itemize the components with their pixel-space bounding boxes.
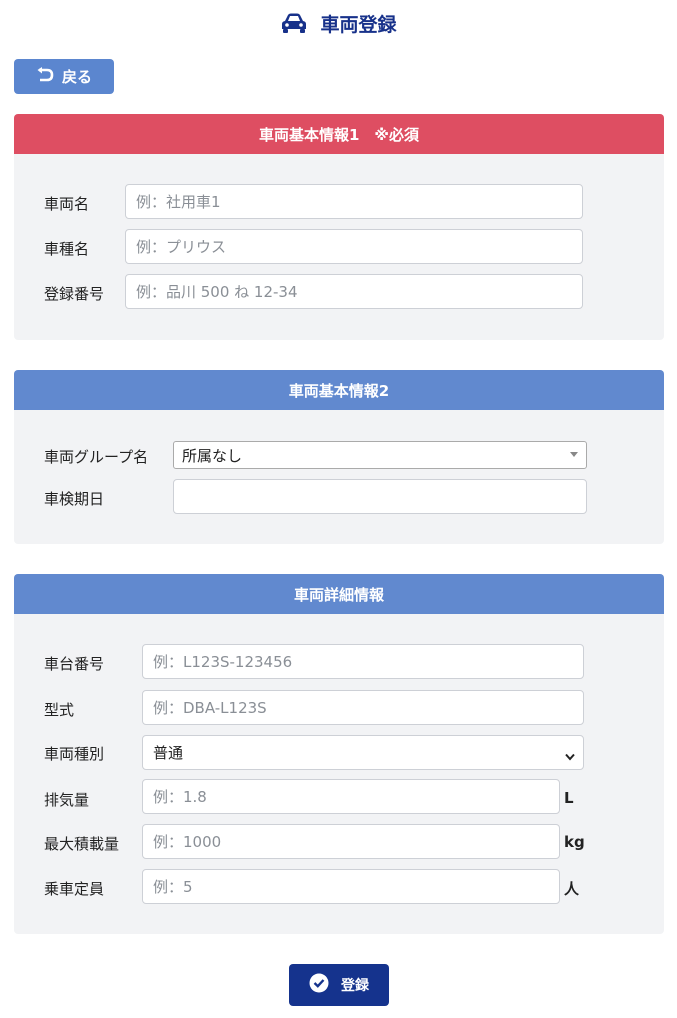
chassis-number-label: 車台番号 — [44, 655, 105, 673]
car-model-label: 車種名 — [44, 240, 90, 258]
chassis-number-input[interactable]: 例：L123S-123456 — [142, 644, 584, 679]
displacement-label: 排気量 — [44, 791, 90, 809]
section-title: 車両基本情報2 — [14, 370, 664, 410]
displacement-unit: L — [564, 789, 574, 807]
car-icon — [280, 12, 308, 34]
max-load-unit: kg — [564, 833, 585, 851]
chevron-down-icon — [565, 747, 575, 765]
vehicle-group-select[interactable]: 所属なし — [173, 441, 587, 469]
vehicle-type-select[interactable]: 普通 — [142, 735, 584, 770]
page-title: 車両登録 — [320, 13, 397, 36]
vehicle-type-value: 普通 — [153, 744, 184, 762]
inspection-date-input[interactable] — [173, 479, 587, 514]
back-button[interactable]: 戻る — [14, 59, 114, 94]
page-header: 車両登録 — [0, 8, 677, 38]
check-circle-icon — [309, 973, 329, 997]
section-title: 車両基本情報1 ※必須 — [14, 114, 664, 154]
vehicle-type-label: 車両種別 — [44, 745, 105, 763]
dropdown-arrow-icon — [570, 452, 578, 457]
model-code-label: 型式 — [44, 701, 75, 719]
capacity-unit: 人 — [564, 880, 580, 898]
section-title: 車両詳細情報 — [14, 574, 664, 614]
section-basic-info-1: 車両基本情報1 ※必須 車両名 例：社用車1 車種名 例：プリウス 登録番号 例… — [14, 114, 664, 340]
displacement-input[interactable]: 例：1.8 — [142, 779, 560, 814]
back-button-label: 戻る — [61, 68, 92, 86]
registration-number-input[interactable]: 例：品川 500 ね 12-34 — [125, 274, 583, 309]
max-load-input[interactable]: 例：1000 — [142, 824, 560, 859]
capacity-label: 乗車定員 — [44, 880, 105, 898]
model-code-input[interactable]: 例：DBA-L123S — [142, 690, 584, 725]
vehicle-name-input[interactable]: 例：社用車1 — [125, 184, 583, 219]
section-basic-info-2: 車両基本情報2 車両グループ名 所属なし 車検期日 — [14, 370, 664, 544]
vehicle-group-label: 車両グループ名 — [44, 448, 149, 466]
capacity-input[interactable]: 例：5 — [142, 869, 560, 904]
section-detail-info: 車両詳細情報 車台番号 例：L123S-123456 型式 例：DBA-L123… — [14, 574, 664, 934]
vehicle-group-value: 所属なし — [182, 446, 243, 465]
registration-number-label: 登録番号 — [44, 285, 105, 303]
max-load-label: 最大積載量 — [44, 835, 120, 853]
submit-button-label: 登録 — [341, 978, 369, 994]
car-model-input[interactable]: 例：プリウス — [125, 229, 583, 264]
inspection-date-label: 車検期日 — [44, 490, 105, 508]
vehicle-name-label: 車両名 — [44, 195, 90, 213]
submit-button[interactable]: 登録 — [289, 964, 389, 1006]
return-arrow-icon — [36, 66, 54, 87]
